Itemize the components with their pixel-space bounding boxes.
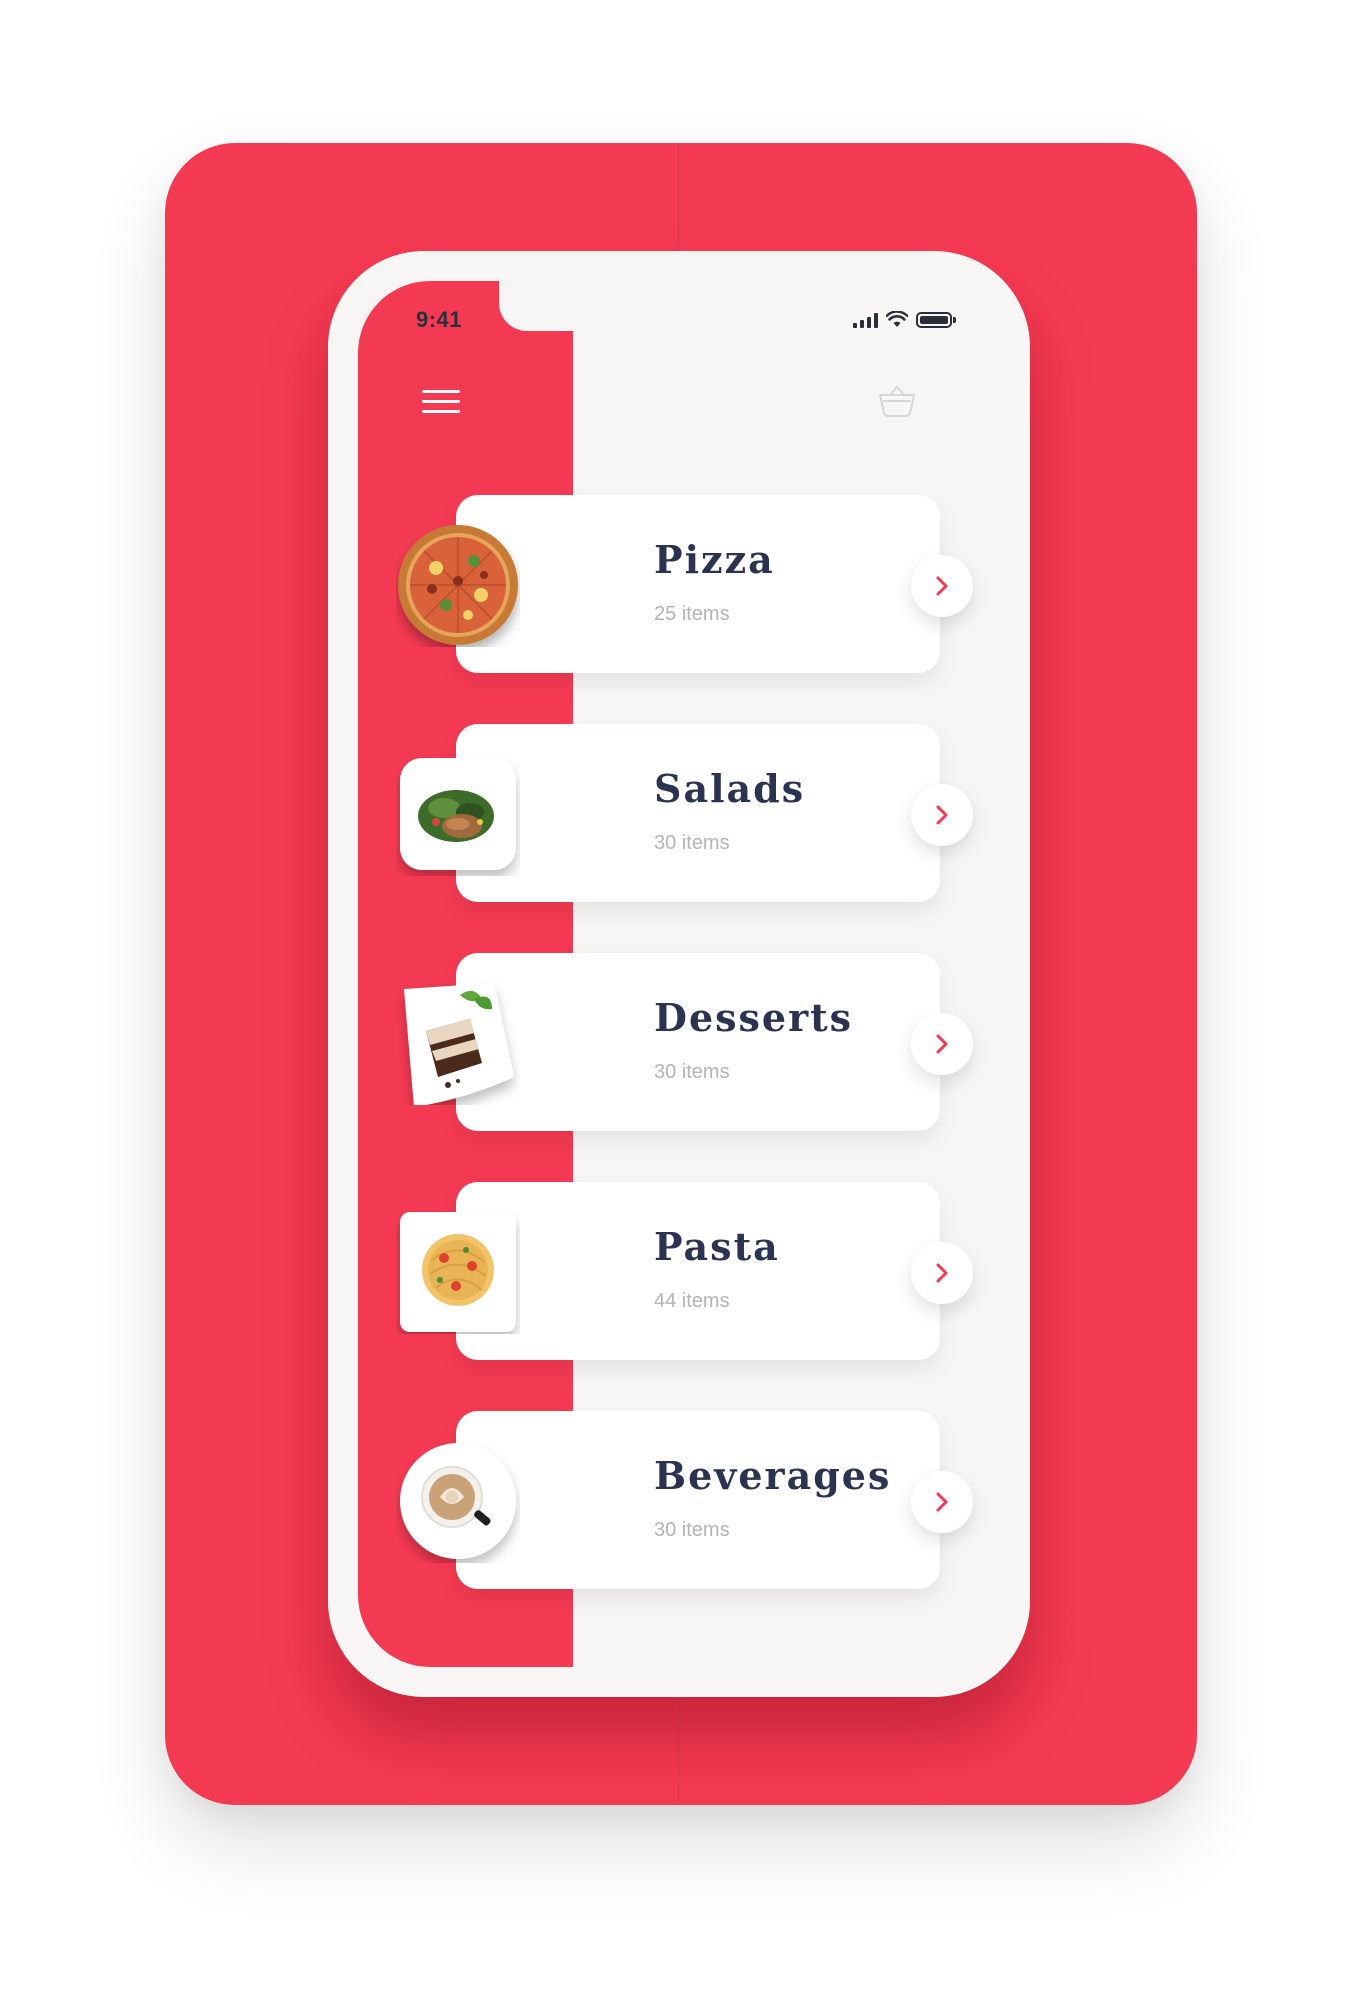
basket-icon[interactable]	[874, 381, 920, 421]
cake-slice-image	[404, 983, 514, 1105]
category-count: 25 items	[654, 603, 730, 625]
category-title: Salads	[654, 766, 806, 811]
list-item: Desserts 30 items	[358, 953, 1000, 1133]
notch-cutout	[499, 281, 589, 331]
hamburger-menu-icon[interactable]	[422, 381, 466, 421]
open-category-button[interactable]	[911, 784, 973, 846]
category-count: 30 items	[654, 832, 730, 854]
category-card-pizza[interactable]: Pizza 25 items	[456, 495, 940, 673]
cellular-signal-icon	[853, 312, 878, 328]
coffee-cup-image	[400, 1443, 516, 1559]
list-item: Beverages 30 items	[358, 1411, 1000, 1591]
pizza-image	[398, 525, 518, 645]
list-item: Pasta 44 items	[358, 1182, 1000, 1362]
salad-plate-image	[400, 758, 516, 870]
chevron-right-icon	[936, 1034, 948, 1054]
pasta-plate-image	[400, 1212, 516, 1332]
category-card-desserts[interactable]: Desserts 30 items	[456, 953, 940, 1131]
category-card-salads[interactable]: Salads 30 items	[456, 724, 940, 902]
phone-device: 9:41 Pizza 25 items Salads 30 items Dess…	[328, 251, 1030, 1697]
chevron-right-icon	[936, 1263, 948, 1283]
open-category-button[interactable]	[911, 1242, 973, 1304]
category-count: 30 items	[654, 1061, 730, 1083]
list-item: Salads 30 items	[358, 724, 1000, 904]
category-card-beverages[interactable]: Beverages 30 items	[456, 1411, 940, 1589]
chevron-right-icon	[936, 1492, 948, 1512]
category-card-pasta[interactable]: Pasta 44 items	[456, 1182, 940, 1360]
open-category-button[interactable]	[911, 1471, 973, 1533]
status-time: 9:41	[416, 307, 463, 332]
category-title: Pasta	[654, 1224, 780, 1269]
list-item: Pizza 25 items	[358, 495, 1000, 675]
battery-icon	[916, 312, 956, 328]
chevron-right-icon	[936, 805, 948, 825]
app-screen: 9:41 Pizza 25 items Salads 30 items Dess…	[358, 281, 1000, 1667]
showcase-frame: 9:41 Pizza 25 items Salads 30 items Dess…	[165, 143, 1197, 1805]
status-icons	[853, 311, 956, 328]
chevron-right-icon	[936, 576, 948, 596]
open-category-button[interactable]	[911, 1013, 973, 1075]
open-category-button[interactable]	[911, 555, 973, 617]
category-title: Desserts	[654, 995, 854, 1040]
category-title: Pizza	[654, 537, 775, 582]
category-count: 44 items	[654, 1290, 730, 1312]
wifi-icon	[886, 311, 908, 327]
category-title: Beverages	[654, 1453, 892, 1498]
category-count: 30 items	[654, 1519, 730, 1541]
